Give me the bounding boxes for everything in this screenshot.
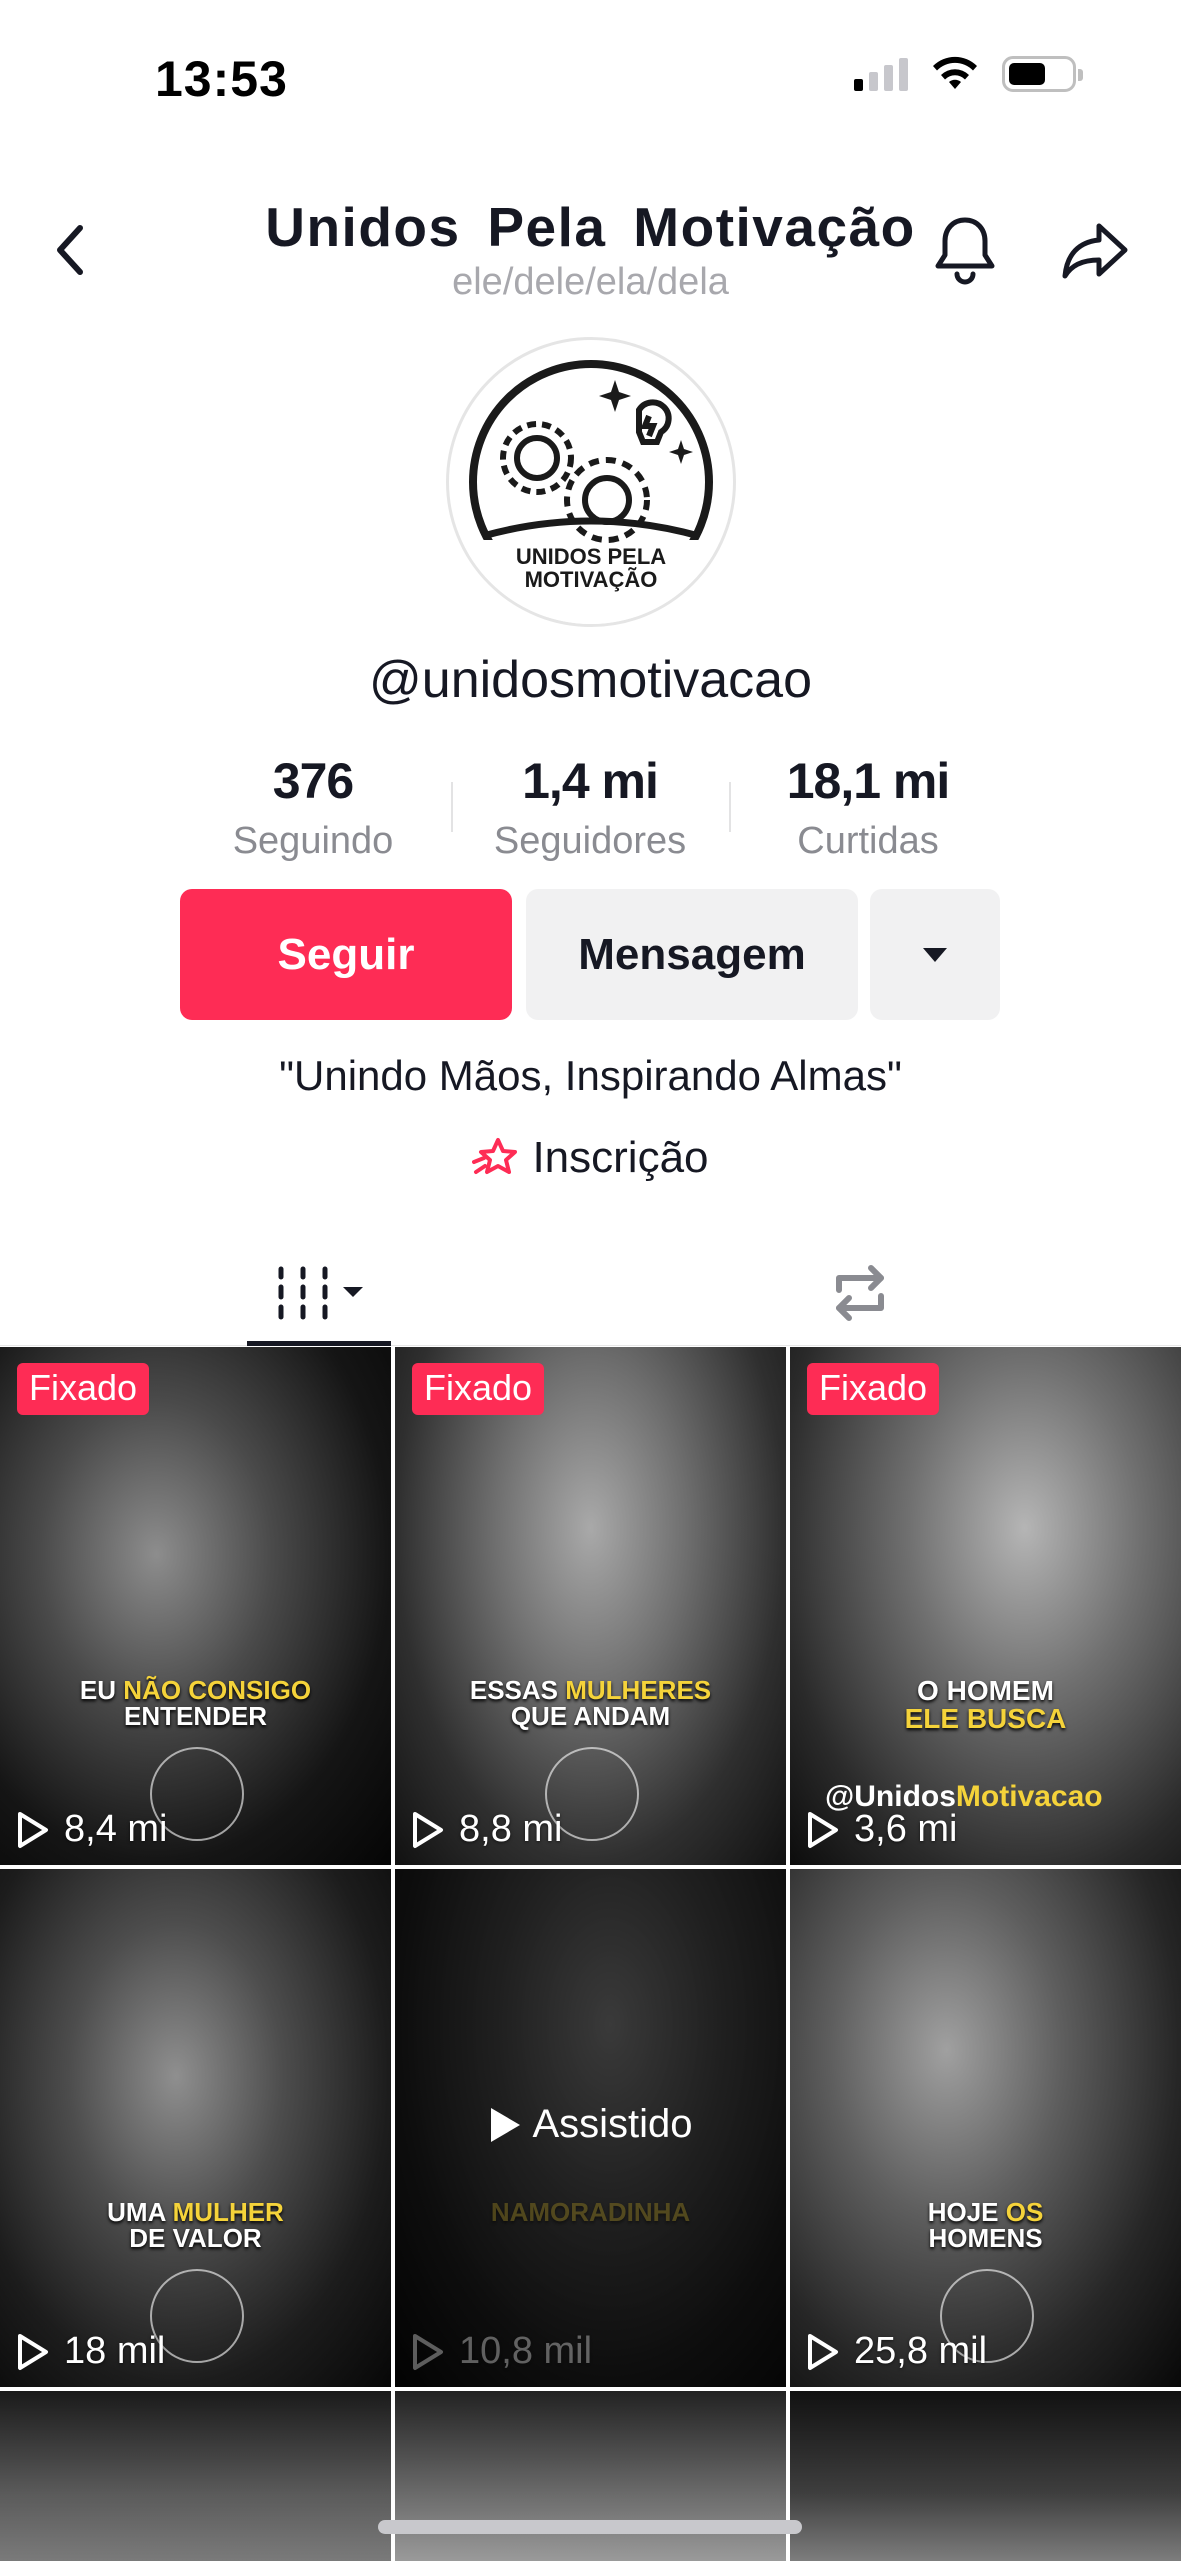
stat-value: 18,1 mi [786, 753, 951, 809]
play-outline-icon [18, 1811, 48, 1848]
stat-value: 1,4 mi [522, 753, 659, 809]
watched-label: Assistido [395, 2102, 786, 2147]
play-outline-icon [413, 2333, 443, 2370]
notifications-button[interactable] [925, 205, 1005, 295]
play-filled-icon [491, 2107, 521, 2142]
video-thumbnail-watched[interactable]: NAMORADINHA Assistido 10,8 mil [395, 1869, 786, 2387]
video-caption: EU NÃO CONSIGO ENTENDER [79, 1675, 312, 1731]
video-thumbnail[interactable]: UMA MULHER DE VALOR 18 mil [0, 1869, 391, 2387]
tab-videos[interactable] [247, 1240, 391, 1345]
battery-icon [1002, 56, 1083, 92]
bio: "Unindo Mãos, Inspirando Almas" [279, 1052, 902, 1099]
bell-icon [935, 217, 995, 285]
status-time: 13:53 [155, 51, 288, 107]
view-count: 8,4 mi [16, 1808, 167, 1851]
signup-label: Inscrição [532, 1133, 709, 1182]
follow-button[interactable]: Seguir [180, 889, 512, 1020]
grid-columns-icon [278, 1266, 363, 1319]
cellular-signal-icon [854, 57, 908, 91]
pinned-badge: Fixado [17, 1363, 150, 1415]
view-count: 10,8 mil [411, 2330, 592, 2373]
play-outline-icon [18, 2333, 48, 2370]
view-count: 3,6 mi [806, 1808, 957, 1851]
active-tab-indicator [247, 1341, 391, 1346]
divider [451, 782, 453, 832]
video-caption: UMA MULHER DE VALOR [107, 2197, 284, 2253]
repost-icon [836, 1264, 884, 1321]
video-thumbnail[interactable]: Fixado ESSAS MULHERES QUE ANDAM 8,8 mi [395, 1347, 786, 1865]
content-tabs [0, 1240, 1181, 1346]
video-caption: ESSAS MULHERES QUE ANDAM [469, 1675, 712, 1731]
video-thumbnail[interactable]: Fixado EU NÃO CONSIGO ENTENDER 8,4 mi [0, 1347, 391, 1865]
play-outline-icon [808, 2333, 838, 2370]
star-badge-icon [472, 1138, 518, 1174]
stat-followers[interactable]: 1,4 mi Seguidores [460, 752, 720, 863]
video-thumbnail[interactable] [0, 2391, 391, 2561]
divider [729, 782, 731, 832]
video-caption: O HOMEM ELE BUSCA [904, 1675, 1067, 1734]
video-thumbnail[interactable] [790, 2391, 1181, 2561]
tab-reposts[interactable] [810, 1240, 910, 1345]
pinned-badge: Fixado [807, 1363, 940, 1415]
stat-label: Seguindo [232, 820, 394, 862]
video-caption: HOJE OS HOMENS [927, 2197, 1044, 2253]
stat-following[interactable]: 376 Seguindo [183, 752, 443, 863]
stat-label: Seguidores [493, 820, 687, 862]
home-indicator[interactable] [378, 2520, 802, 2534]
stat-label: Curtidas [797, 820, 939, 862]
more-options-button[interactable] [870, 889, 1000, 1020]
share-arrow-icon [1062, 223, 1128, 279]
view-count: 8,8 mi [411, 1808, 562, 1851]
play-outline-icon [413, 1811, 443, 1848]
status-icons [854, 55, 1083, 93]
view-count: 18 mil [16, 2330, 165, 2373]
profile-stats: 376 Seguindo 1,4 mi Seguidores 18,1 mi C… [0, 752, 1181, 872]
wifi-icon [933, 56, 977, 89]
signup-link[interactable]: Inscrição [0, 1133, 1181, 1183]
view-count: 25,8 mil [806, 2330, 987, 2373]
avatar[interactable]: UNIDOS PELA MOTIVAÇÃO [446, 337, 736, 627]
video-thumbnail[interactable] [395, 2391, 786, 2561]
share-button[interactable] [1055, 205, 1135, 295]
pinned-badge: Fixado [412, 1363, 545, 1415]
message-button[interactable]: Mensagem [526, 889, 858, 1020]
caret-down-icon [923, 947, 947, 962]
status-bar: 13:53 [0, 0, 1181, 160]
play-outline-icon [808, 1811, 838, 1848]
stat-value: 376 [272, 753, 354, 809]
video-thumbnail[interactable]: Fixado O HOMEM ELE BUSCA @UnidosMotivacao… [790, 1347, 1181, 1865]
stat-likes[interactable]: 18,1 mi Curtidas [738, 752, 998, 863]
profile-header: Unidos Pela Motivação ele/dele/ela/dela [0, 185, 1181, 315]
avatar-logo-text: UNIDOS PELA MOTIVAÇÃO [515, 544, 667, 593]
video-thumbnail[interactable]: HOJE OS HOMENS 25,8 mil [790, 1869, 1181, 2387]
username: @unidosmotivacao [368, 651, 812, 709]
